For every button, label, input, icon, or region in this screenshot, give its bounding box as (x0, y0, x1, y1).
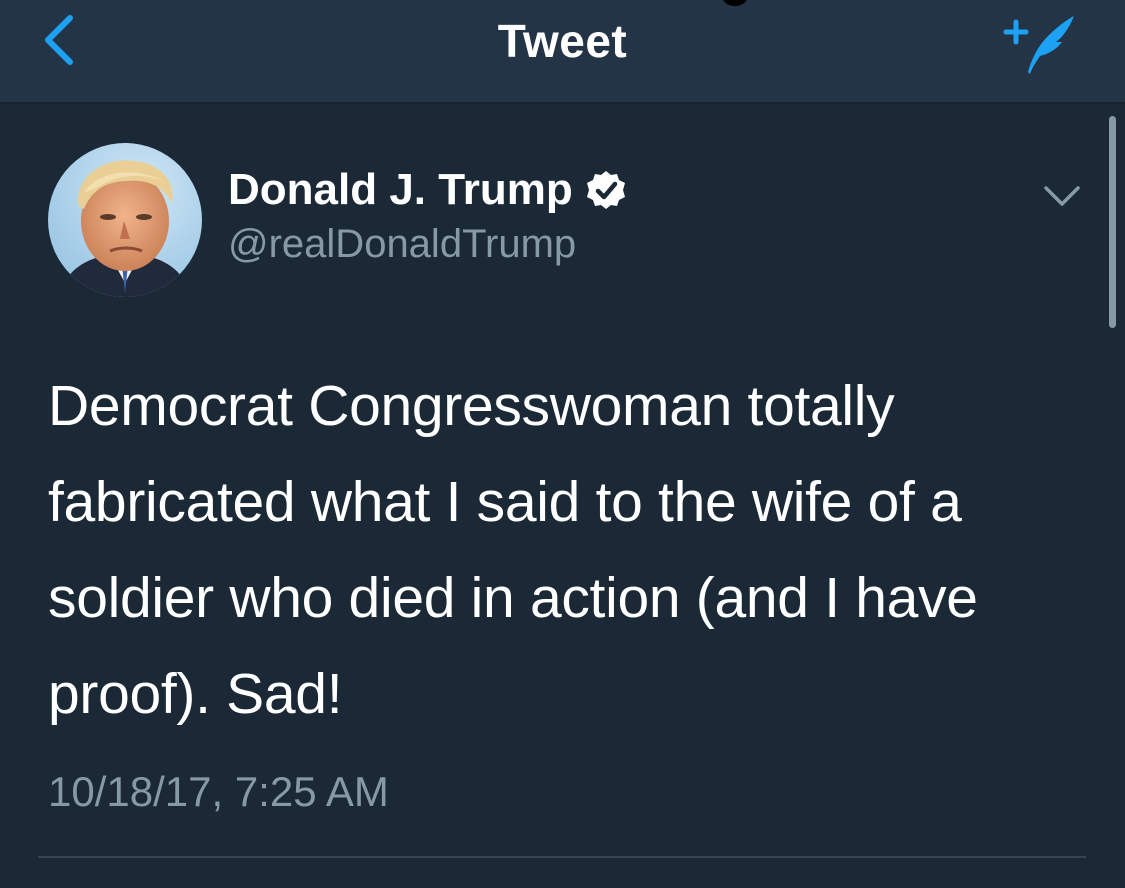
page-title: Tweet (497, 15, 628, 67)
tweet-options-button[interactable] (1040, 178, 1084, 214)
user-handle[interactable]: @realDonaldTrump (228, 222, 576, 267)
avatar[interactable] (48, 143, 202, 297)
navigation-bar: Tweet (0, 0, 1125, 104)
divider (38, 856, 1086, 858)
chevron-down-icon (1044, 186, 1080, 206)
compose-quill-icon (1003, 16, 1074, 74)
tweet-timestamp[interactable]: 10/18/17, 7:25 AM (48, 768, 389, 816)
display-name: Donald J. Trump (228, 165, 573, 214)
verified-badge-icon (586, 171, 625, 209)
tweet-text: Democrat Congresswoman totally fabricate… (48, 374, 978, 726)
compose-tweet-button[interactable] (996, 6, 1080, 78)
author-name-row[interactable]: Donald J. Trump (228, 162, 627, 218)
camera-notch (722, 0, 748, 6)
scrollbar[interactable] (1109, 116, 1116, 328)
profile-photo (48, 143, 202, 297)
tweet-detail-screen: Tweet Donald J. Trump @realDonaldTrump D… (0, 0, 1125, 888)
